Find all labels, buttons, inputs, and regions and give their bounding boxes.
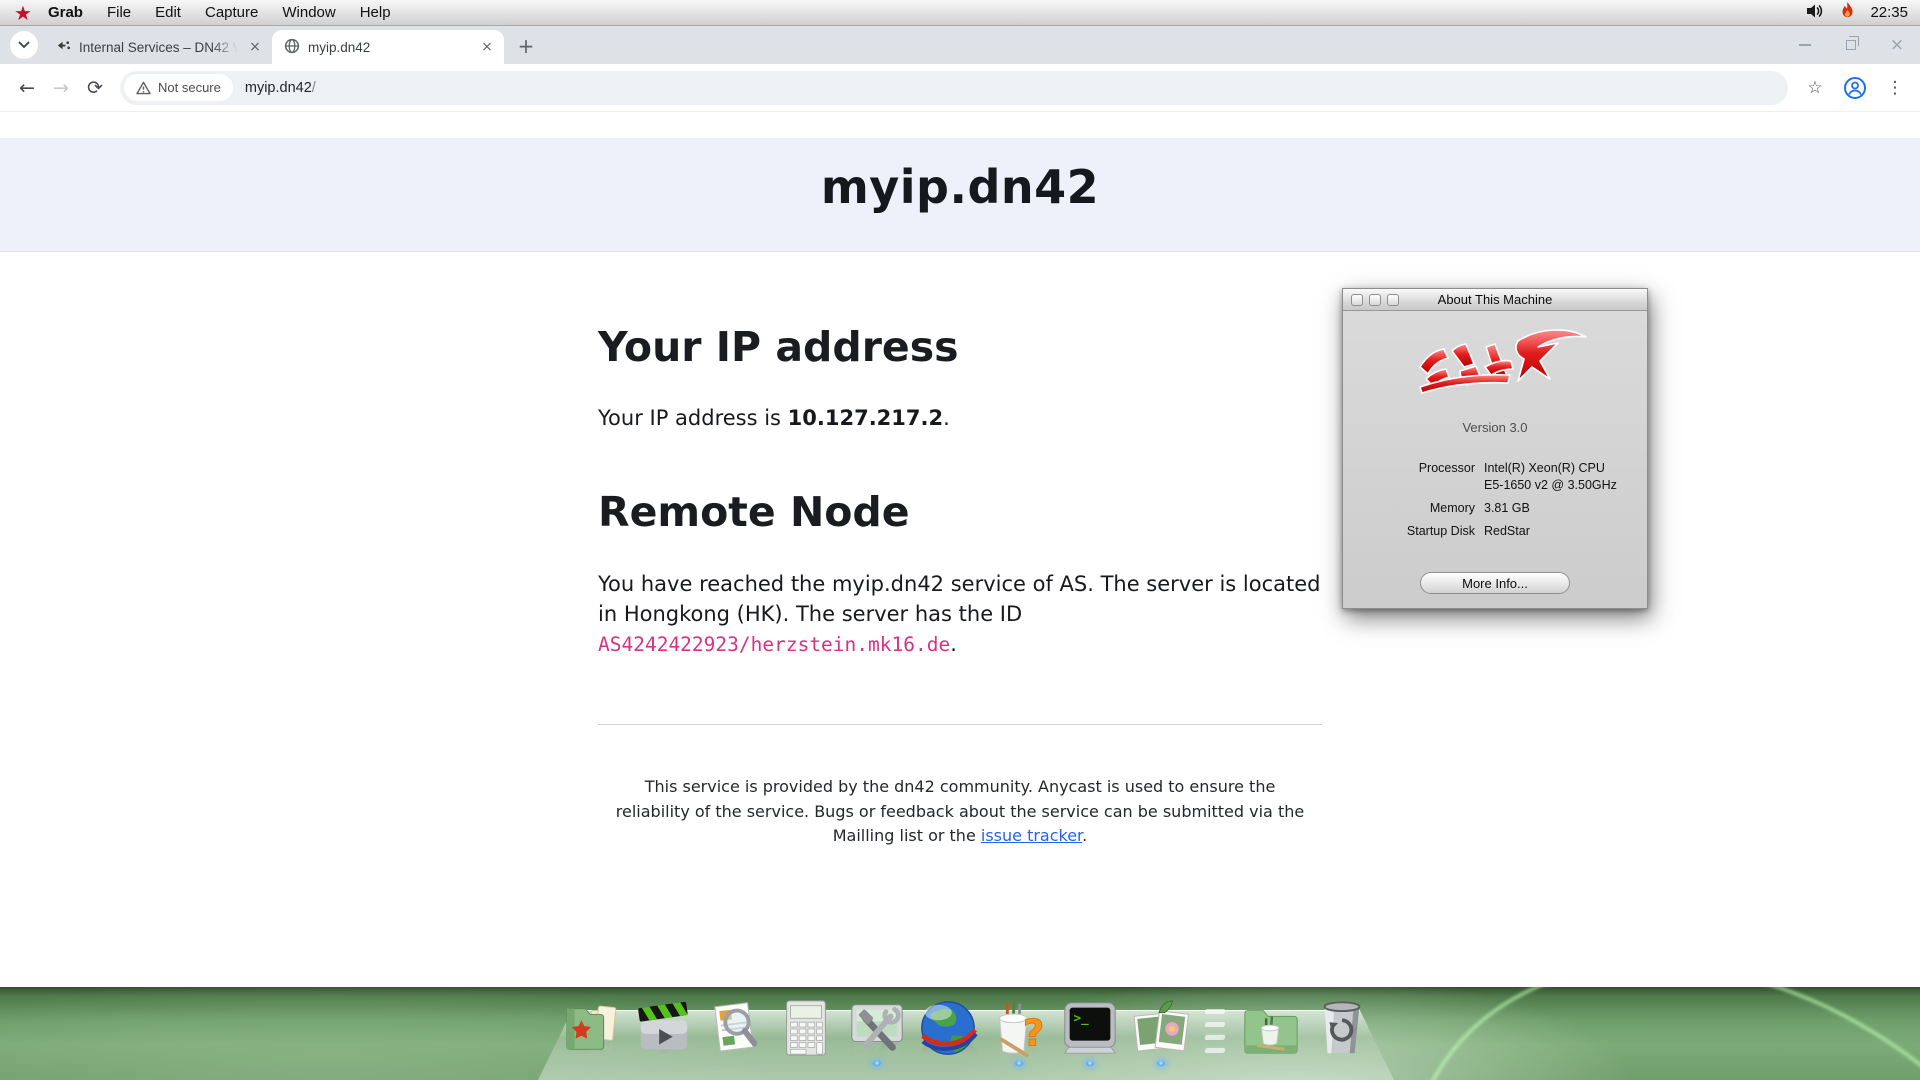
new-tab-button[interactable]: + xyxy=(512,32,540,60)
url-text: myip.dn42/ xyxy=(245,80,316,96)
back-button[interactable]: ← xyxy=(10,71,44,105)
main-content: Your IP address Your IP address is 10.12… xyxy=(598,326,1322,725)
toolbar-right: ☆ ⋮ xyxy=(1800,73,1910,103)
dock-terminal-icon[interactable]: >_ xyxy=(1059,997,1121,1059)
dock-separator xyxy=(1201,1003,1231,1059)
os-version: Version 3.0 xyxy=(1343,420,1647,435)
tab-title: Internal Services – DN42 Wi xyxy=(79,40,238,55)
tab-internal-services[interactable]: Internal Services – DN42 Wi × xyxy=(44,30,272,64)
spec-value: RedStar xyxy=(1484,518,1635,538)
dock-document-viewer-icon[interactable] xyxy=(704,997,766,1059)
menu-capture[interactable]: Capture xyxy=(193,4,270,21)
spec-value: E5-1650 v2 @ 3.50GHz xyxy=(1484,478,1635,492)
clock: 22:35 xyxy=(1870,4,1908,21)
close-button[interactable]: × xyxy=(1882,30,1912,60)
about-window-title: About This Machine xyxy=(1343,292,1647,307)
tab-title: myip.dn42 xyxy=(308,40,470,55)
dock-media-player-icon[interactable] xyxy=(633,997,695,1059)
browser-menu-icon[interactable]: ⋮ xyxy=(1880,73,1910,103)
tab-favicon-dn42 xyxy=(56,38,71,56)
about-title-bar[interactable]: About This Machine xyxy=(1343,289,1647,311)
red-star-icon[interactable]: ★ xyxy=(14,3,32,23)
restore-button[interactable] xyxy=(1836,30,1866,60)
spec-label xyxy=(1355,478,1475,492)
bookmark-star-icon[interactable]: ☆ xyxy=(1800,73,1830,103)
minimize-icon xyxy=(1799,44,1811,46)
ip-line: Your IP address is 10.127.217.2. xyxy=(598,403,1322,433)
spec-label: Memory xyxy=(1355,495,1475,515)
reload-button[interactable]: ⟳ xyxy=(78,71,112,105)
dock-file-manager-icon[interactable] xyxy=(562,997,624,1059)
remote-node-text: You have reached the myip.dn42 service o… xyxy=(598,569,1322,660)
tab-strip: Internal Services – DN42 Wi × myip.dn42 … xyxy=(0,26,1920,64)
server-id-value: AS4242422923/herzstein.mk16.de xyxy=(598,633,950,656)
remote-node-heading: Remote Node xyxy=(598,491,1322,534)
tab-favicon-globe xyxy=(284,38,300,57)
browser-toolbar: ← → ⟳ Not secure myip.dn42/ ☆ ⋮ xyxy=(0,64,1920,112)
volume-icon[interactable] xyxy=(1806,3,1825,23)
address-bar[interactable]: Not secure myip.dn42/ xyxy=(120,71,1788,105)
security-chip[interactable]: Not secure xyxy=(124,74,233,101)
divider xyxy=(598,724,1322,725)
about-window-body: Version 3.0 Processor Intel(R) Xeon(R) C… xyxy=(1343,311,1647,608)
dock-photo-viewer-icon[interactable] xyxy=(1130,997,1192,1059)
page-title: myip.dn42 xyxy=(821,160,1099,214)
svg-text:?: ? xyxy=(1023,1011,1044,1054)
dock-help-icon[interactable]: ? xyxy=(988,997,1050,1059)
menu-help[interactable]: Help xyxy=(348,4,403,21)
machine-specs: Processor Intel(R) Xeon(R) CPU E5-1650 v… xyxy=(1355,461,1635,538)
running-indicator xyxy=(1157,1061,1165,1066)
more-info-button[interactable]: More Info... xyxy=(1420,572,1570,594)
tab-myip-dn42[interactable]: myip.dn42 × xyxy=(272,30,504,64)
dock: ? >_ xyxy=(562,995,1373,1059)
chevron-down-icon xyxy=(18,41,30,49)
menu-bar: ★ Grab File Edit Capture Window Help 22:… xyxy=(0,0,1920,26)
page-footer: This service is provided by the dn42 com… xyxy=(615,775,1305,849)
profile-avatar-icon[interactable] xyxy=(1840,73,1870,103)
spec-value: 3.81 GB xyxy=(1484,495,1635,515)
menu-app-grab[interactable]: Grab xyxy=(42,4,95,21)
dock-calculator-icon[interactable] xyxy=(775,997,837,1059)
security-label: Not secure xyxy=(158,80,221,95)
menu-file[interactable]: File xyxy=(95,4,143,21)
tab-search-button[interactable] xyxy=(10,31,38,59)
redstar-logo xyxy=(1390,321,1600,407)
flame-tray-icon[interactable] xyxy=(1841,2,1854,23)
forward-button[interactable]: → xyxy=(44,71,78,105)
window-controls: × xyxy=(1790,26,1912,64)
spec-label: Startup Disk xyxy=(1355,518,1475,538)
spec-label: Processor xyxy=(1355,461,1475,475)
about-this-machine-window[interactable]: About This Machine Version 3.0 Processor xyxy=(1342,288,1648,609)
dock-utilities-folder-icon[interactable] xyxy=(1240,997,1302,1059)
spec-value: Intel(R) Xeon(R) CPU xyxy=(1484,461,1635,475)
tab-close-icon[interactable]: × xyxy=(246,38,264,56)
dock-system-tools-icon[interactable] xyxy=(846,997,908,1059)
tab-close-icon[interactable]: × xyxy=(478,38,496,56)
restore-icon xyxy=(1846,40,1856,50)
menu-window[interactable]: Window xyxy=(270,4,347,21)
issue-tracker-link[interactable]: issue tracker xyxy=(981,826,1082,845)
ip-address-value: 10.127.217.2 xyxy=(788,406,943,430)
warning-icon xyxy=(136,81,151,95)
running-indicator xyxy=(873,1061,881,1066)
svg-text:>_: >_ xyxy=(1074,1010,1090,1026)
dock-trash-icon[interactable] xyxy=(1311,997,1373,1059)
running-indicator xyxy=(1086,1061,1094,1066)
ip-heading: Your IP address xyxy=(598,326,1322,369)
dock-web-browser-icon[interactable] xyxy=(917,997,979,1059)
minimize-button[interactable] xyxy=(1790,30,1820,60)
running-indicator xyxy=(1015,1061,1023,1066)
page-banner: myip.dn42 xyxy=(0,138,1920,252)
menu-edit[interactable]: Edit xyxy=(143,4,193,21)
